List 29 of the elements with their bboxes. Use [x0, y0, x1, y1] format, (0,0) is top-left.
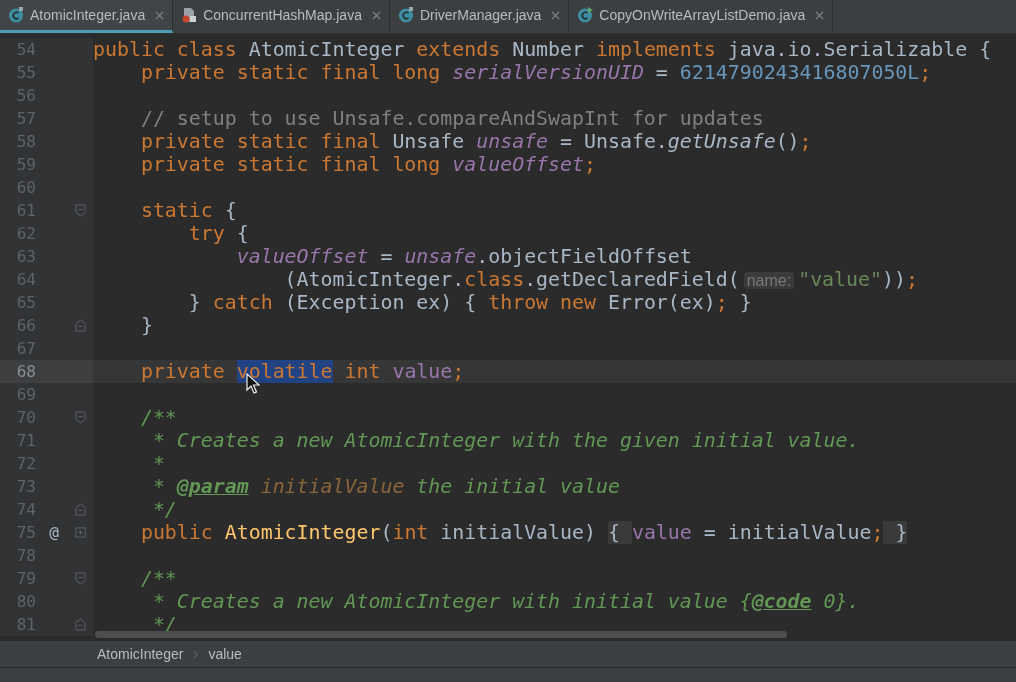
code-line: * [151, 452, 165, 475]
code-line: private static final long valueOffset; [139, 153, 596, 176]
code-line: (AtomicInteger.class.getDeclaredField( name: "value")); [283, 267, 918, 292]
code-line: * Creates a new AtomicInteger with initial value {@code 0}. [151, 590, 860, 613]
code-line: * Creates a new AtomicInteger with the given initial value. [151, 429, 860, 452]
code-line: static { [139, 199, 237, 222]
code-line: */ [151, 613, 177, 636]
code-line: } [139, 314, 153, 337]
code-line: valueOffset = unsafe.objectFieldOffset [235, 245, 692, 268]
breadcrumb-item[interactable]: AtomicInteger [97, 646, 184, 662]
code-line: private static final Unsafe unsafe = Unsafe.getUnsafe(); [139, 130, 812, 153]
editor-tab[interactable]: ConcurrentHashMap.java [173, 0, 390, 33]
code-line: /** [139, 567, 177, 590]
code-line: private volatile int value; [139, 360, 465, 383]
code-line: } catch (Exception ex) { throw new Error(ex); } [187, 291, 752, 314]
code-line: private static final long serialVersionUID = 6214790243416807050L; [139, 61, 932, 84]
code-line: /** [139, 406, 177, 429]
override-marker[interactable]: @ [49, 523, 59, 542]
editor-tab[interactable]: CopyOnWriteArrayListDemo.java [569, 0, 834, 33]
code-line: try { [187, 222, 249, 245]
code-line: public AtomicInteger(int initialValue) { value = initialValue; } [139, 521, 908, 544]
line-number: 68 [15, 362, 36, 381]
code-line: public class AtomicInteger extends Number implements java.io.Serializable { [93, 38, 992, 61]
code-line: * @param initialValue the initial value [151, 475, 620, 498]
editor-tab[interactable]: DriverManager.java [389, 0, 570, 33]
code-line: */ [151, 498, 177, 521]
editor-tab[interactable]: AtomicInteger.java [0, 0, 174, 33]
code-line: // setup to use Unsafe.compareAndSwapInt for updates [139, 107, 764, 130]
breadcrumb-item[interactable]: value [208, 646, 242, 662]
